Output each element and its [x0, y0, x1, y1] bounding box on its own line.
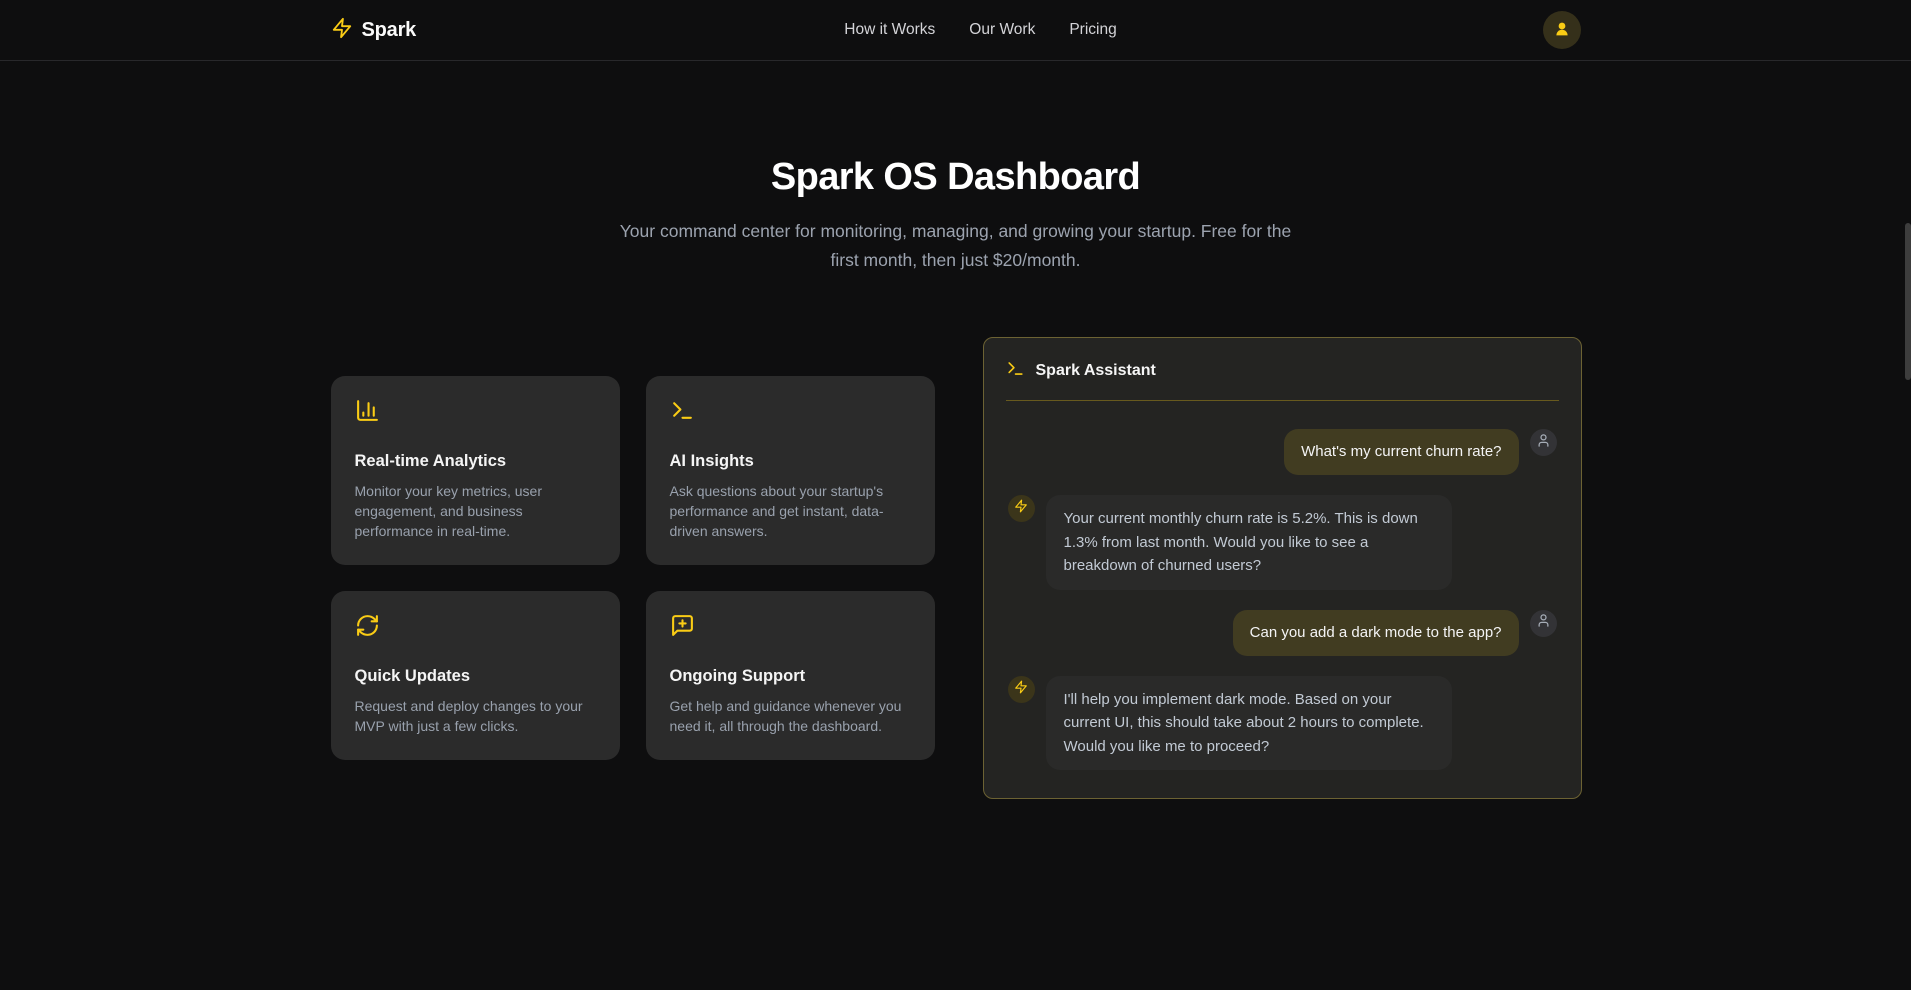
user-icon — [1536, 433, 1551, 453]
feature-title: Real-time Analytics — [355, 452, 596, 471]
user-message-bubble: What's my current churn rate? — [1284, 429, 1518, 475]
feature-card-realtime-analytics: Real-time Analytics Monitor your key met… — [331, 376, 620, 565]
user-message-bubble: Can you add a dark mode to the app? — [1233, 610, 1519, 656]
chat-message-assistant: I'll help you implement dark mode. Based… — [1008, 676, 1557, 771]
assistant-message-bubble: Your current monthly churn rate is 5.2%.… — [1046, 495, 1452, 590]
feature-card-ongoing-support: Ongoing Support Get help and guidance wh… — [646, 591, 935, 760]
user-icon — [1536, 613, 1551, 633]
nav-links: How it Works Our Work Pricing — [844, 21, 1116, 39]
chat-message-user: What's my current churn rate? — [1008, 429, 1557, 475]
page-scrollbar-thumb[interactable] — [1905, 223, 1911, 380]
user-avatar — [1530, 610, 1557, 637]
brand-name: Spark — [362, 19, 417, 42]
chat-message-assistant: Your current monthly churn rate is 5.2%.… — [1008, 495, 1557, 590]
navbar-inner: Spark How it Works Our Work Pricing — [331, 0, 1581, 60]
feature-title: AI Insights — [670, 452, 911, 471]
user-avatar — [1530, 429, 1557, 456]
chat-message-user: Can you add a dark mode to the app? — [1008, 610, 1557, 656]
feature-title: Quick Updates — [355, 667, 596, 686]
hero-section: Spark OS Dashboard Your command center f… — [0, 156, 1911, 275]
assistant-message-bubble: I'll help you implement dark mode. Based… — [1046, 676, 1452, 771]
zap-icon — [1014, 680, 1028, 699]
page-title: Spark OS Dashboard — [0, 156, 1911, 199]
chart-column-icon — [355, 410, 380, 427]
page-subtitle: Your command center for monitoring, mana… — [611, 217, 1301, 275]
feature-description: Ask questions about your startup's perfo… — [670, 481, 911, 541]
assistant-avatar — [1008, 495, 1035, 522]
terminal-icon — [670, 410, 695, 427]
feature-card-ai-insights: AI Insights Ask questions about your sta… — [646, 376, 935, 565]
refresh-icon — [355, 625, 380, 642]
assistant-avatar — [1008, 676, 1035, 703]
content-row: Real-time Analytics Monitor your key met… — [331, 337, 1581, 799]
nav-link-our-work[interactable]: Our Work — [969, 21, 1035, 39]
nav-link-pricing[interactable]: Pricing — [1069, 21, 1116, 39]
account-avatar-button[interactable] — [1543, 11, 1581, 49]
zap-icon — [1014, 499, 1028, 518]
user-icon — [1553, 20, 1571, 41]
navbar: Spark How it Works Our Work Pricing — [0, 0, 1911, 61]
message-square-plus-icon — [670, 625, 695, 642]
assistant-panel-title: Spark Assistant — [1036, 362, 1156, 380]
feature-card-quick-updates: Quick Updates Request and deploy changes… — [331, 591, 620, 760]
feature-description: Request and deploy changes to your MVP w… — [355, 696, 596, 736]
terminal-icon — [1006, 359, 1025, 383]
feature-description: Monitor your key metrics, user engagemen… — [355, 481, 596, 541]
feature-grid: Real-time Analytics Monitor your key met… — [331, 376, 935, 760]
brand-logo[interactable]: Spark — [331, 17, 417, 44]
zap-icon — [331, 17, 353, 44]
assistant-panel-header: Spark Assistant — [984, 338, 1581, 400]
spark-assistant-panel: Spark Assistant What's my current churn … — [983, 337, 1582, 799]
nav-link-how-it-works[interactable]: How it Works — [844, 21, 935, 39]
chat-messages: What's my current churn rate? Your curre… — [984, 401, 1581, 770]
feature-title: Ongoing Support — [670, 667, 911, 686]
feature-description: Get help and guidance whenever you need … — [670, 696, 911, 736]
